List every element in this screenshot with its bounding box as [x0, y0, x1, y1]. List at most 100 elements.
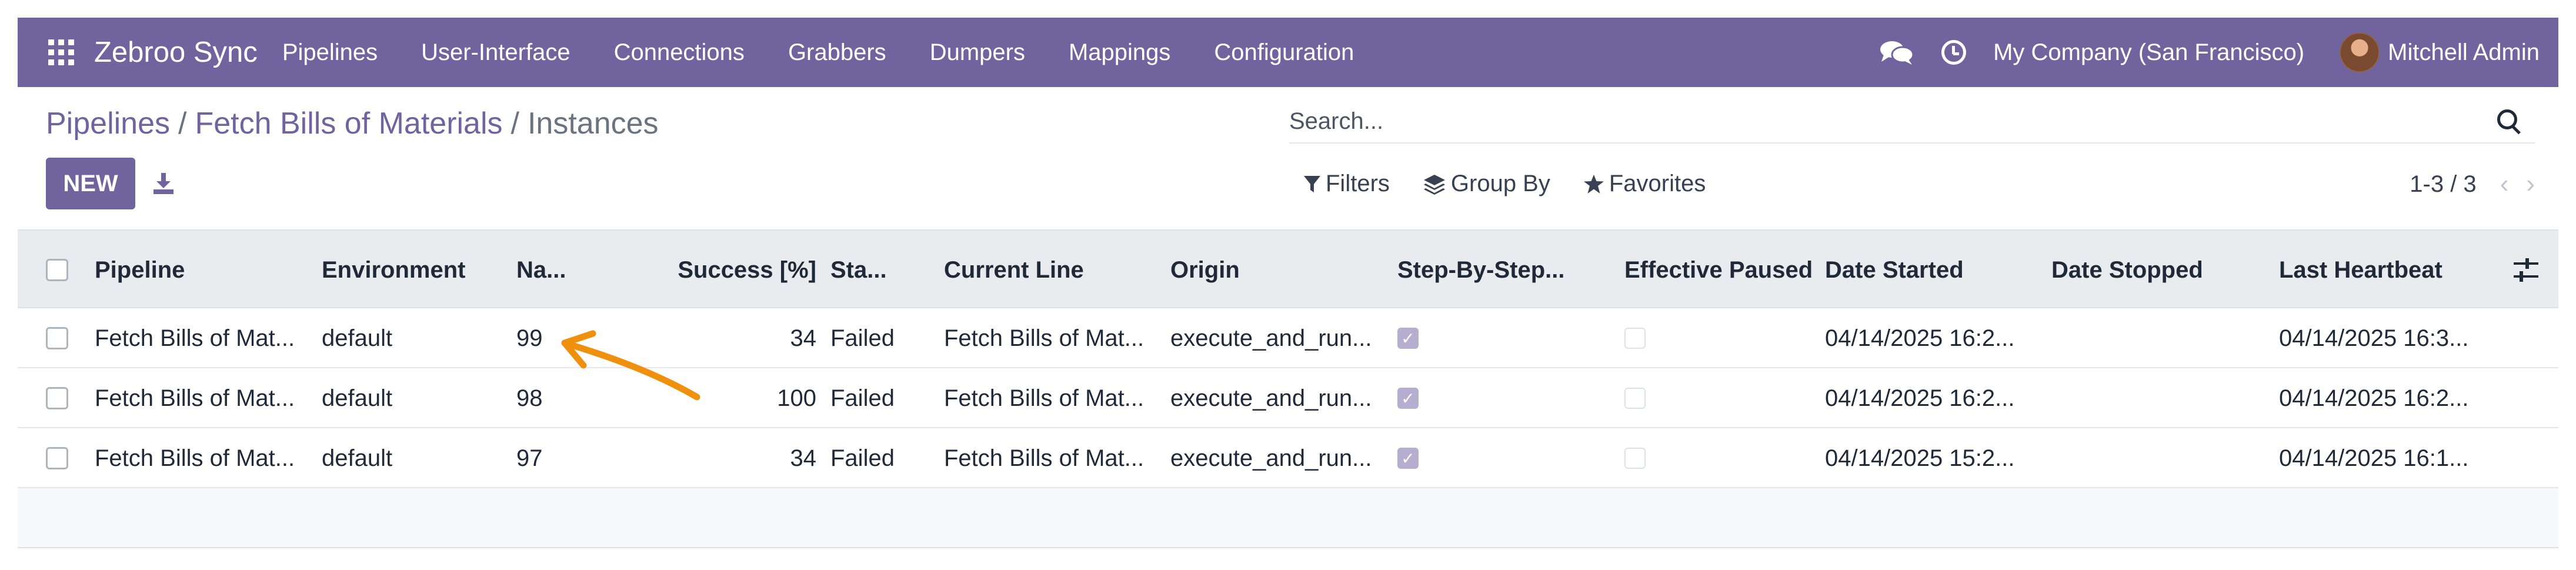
column-header-environment[interactable]: Environment [322, 231, 465, 309]
apps-grid-icon[interactable] [48, 39, 74, 65]
checked-checkbox-icon: ✓ [1397, 328, 1419, 349]
cell-current-line: Fetch Bills of Mat... [944, 325, 1144, 351]
cell-step-by-step: ✓ [1397, 368, 1419, 428]
cell-name: 97 [516, 445, 543, 471]
layers-icon [1423, 174, 1445, 195]
cell-name: 99 [516, 325, 543, 351]
cell-last-heartbeat: 04/14/2025 16:1... [2279, 445, 2469, 471]
breadcrumb-separator: / [510, 106, 519, 141]
cell-origin: execute_and_run... [1170, 385, 1372, 411]
cell-current-line: Fetch Bills of Mat... [944, 445, 1144, 471]
select-all-checkbox[interactable] [46, 259, 68, 281]
column-header-step-by-step[interactable]: Step-By-Step... [1397, 231, 1564, 309]
table-empty-footer [18, 488, 2558, 548]
instances-table: Pipeline Environment Na... Success [%] S… [18, 229, 2558, 548]
cell-date-started: 04/14/2025 16:2... [1825, 385, 2015, 411]
menu-item-grabbers[interactable]: Grabbers [788, 39, 886, 66]
menu-item-dumpers[interactable]: Dumpers [930, 39, 1025, 66]
main-menu: Pipelines User-Interface Connections Gra… [282, 39, 1398, 66]
annotation-arrow-icon [561, 330, 700, 401]
breadcrumb: Pipelines / Fetch Bills of Materials / Insta… [46, 106, 659, 141]
optional-columns-toggle-icon[interactable] [2511, 256, 2541, 284]
column-header-name[interactable]: Na... [516, 231, 566, 309]
navbar-systray: My Company (San Francisco) Mitchell Admi… [1879, 18, 2558, 87]
menu-item-pipelines[interactable]: Pipelines [282, 39, 378, 66]
filters-toggle[interactable]: Filters [1303, 171, 1390, 197]
cell-name: 98 [516, 385, 543, 411]
column-header-state[interactable]: Sta... [830, 231, 887, 309]
table-row[interactable]: Fetch Bills of Mat... default 98 100 Fai… [18, 368, 2558, 428]
row-checkbox[interactable] [46, 447, 68, 469]
group-by-label: Group By [1450, 171, 1550, 196]
column-header-last-heartbeat[interactable]: Last Heartbeat [2279, 231, 2442, 309]
cell-pipeline: Fetch Bills of Mat... [95, 325, 295, 351]
cell-state: Failed [830, 385, 895, 411]
star-icon [1583, 174, 1604, 194]
filter-icon [1304, 175, 1320, 192]
cell-last-heartbeat: 04/14/2025 16:3... [2279, 325, 2469, 351]
group-by-toggle[interactable]: Group By [1423, 171, 1550, 197]
column-header-pipeline[interactable]: Pipeline [95, 231, 185, 309]
row-select-cell [46, 308, 68, 368]
column-header-current-line[interactable]: Current Line [944, 231, 1084, 309]
cell-origin: execute_and_run... [1170, 445, 1372, 471]
row-checkbox[interactable] [46, 327, 68, 349]
filters-label: Filters [1326, 171, 1390, 196]
column-header-success[interactable]: Success [%] [641, 231, 816, 309]
favorites-toggle[interactable]: Favorites [1583, 171, 1706, 197]
breadcrumb-pipelines[interactable]: Pipelines [46, 106, 170, 141]
table-header: Pipeline Environment Na... Success [%] S… [18, 229, 2558, 308]
user-avatar[interactable] [2340, 32, 2380, 72]
pager-next-icon[interactable]: › [2526, 169, 2535, 199]
column-header-origin[interactable]: Origin [1170, 231, 1240, 309]
column-header-date-started[interactable]: Date Started [1825, 231, 1964, 309]
table-row[interactable]: Fetch Bills of Mat... default 97 34 Fail… [18, 428, 2558, 488]
pager-value[interactable]: 1-3 / 3 [2410, 171, 2476, 198]
search-input[interactable] [1289, 105, 2465, 138]
chat-icon[interactable] [1879, 39, 1914, 65]
cell-date-started: 04/14/2025 15:2... [1825, 445, 2015, 471]
column-header-effective-paused[interactable]: Effective Paused [1624, 231, 1813, 309]
activity-clock-icon[interactable] [1941, 40, 1967, 65]
cell-environment: default [322, 385, 393, 411]
user-menu[interactable]: Mitchell Admin [2388, 39, 2540, 66]
cell-environment: default [322, 325, 393, 351]
row-select-cell [46, 428, 68, 488]
app-brand[interactable]: Zebroo Sync [94, 36, 258, 69]
download-icon[interactable] [152, 172, 175, 195]
table-row[interactable]: Fetch Bills of Mat... default 99 34 Fail… [18, 308, 2558, 368]
checked-checkbox-icon: ✓ [1397, 448, 1419, 469]
menu-item-user-interface[interactable]: User-Interface [421, 39, 570, 66]
breadcrumb-current: Instances [527, 106, 659, 141]
cell-last-heartbeat: 04/14/2025 16:2... [2279, 385, 2469, 411]
menu-item-configuration[interactable]: Configuration [1214, 39, 1354, 66]
search-panel-toggles: Filters Group By Favorites [1303, 171, 1739, 197]
cell-date-started: 04/14/2025 16:2... [1825, 325, 2015, 351]
cell-state: Failed [830, 445, 895, 471]
new-button[interactable]: NEW [46, 158, 135, 209]
search-icon[interactable] [2497, 109, 2517, 129]
company-switcher[interactable]: My Company (San Francisco) [1993, 39, 2304, 66]
cell-success: 34 [790, 445, 817, 471]
search-bar [1289, 100, 2535, 144]
row-checkbox[interactable] [46, 387, 68, 409]
unchecked-checkbox-icon [1624, 448, 1646, 469]
cell-step-by-step: ✓ [1397, 428, 1419, 488]
cell-effective-paused [1624, 368, 1646, 428]
top-navbar: Zebroo Sync Pipelines User-Interface Con… [18, 18, 2558, 87]
cell-pipeline: Fetch Bills of Mat... [95, 385, 295, 411]
column-header-date-stopped[interactable]: Date Stopped [2051, 231, 2203, 309]
row-select-cell [46, 368, 68, 428]
cell-origin: execute_and_run... [1170, 325, 1372, 351]
breadcrumb-pipeline-record[interactable]: Fetch Bills of Materials [195, 106, 502, 141]
breadcrumb-separator: / [178, 106, 187, 141]
menu-item-connections[interactable]: Connections [614, 39, 745, 66]
pager: 1-3 / 3 ‹ › [2410, 169, 2535, 199]
cell-environment: default [322, 445, 393, 471]
unchecked-checkbox-icon [1624, 328, 1646, 349]
cell-current-line: Fetch Bills of Mat... [944, 385, 1144, 411]
cell-pipeline: Fetch Bills of Mat... [95, 445, 295, 471]
cell-effective-paused [1624, 308, 1646, 368]
menu-item-mappings[interactable]: Mappings [1069, 39, 1170, 66]
pager-previous-icon[interactable]: ‹ [2500, 169, 2509, 199]
